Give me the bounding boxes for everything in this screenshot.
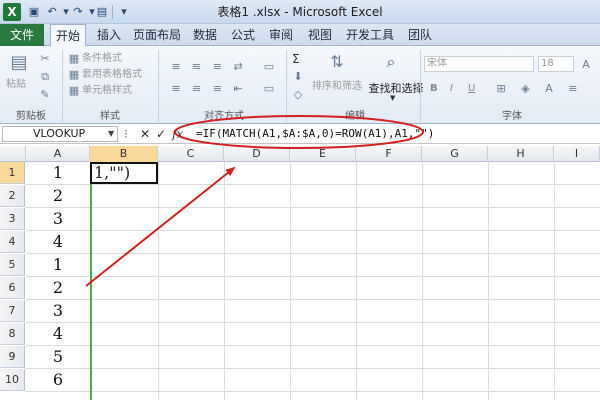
formula-highlight-ellipse	[174, 115, 424, 149]
annotation-overlay	[85, 115, 424, 287]
annotation-arrow	[85, 166, 236, 287]
